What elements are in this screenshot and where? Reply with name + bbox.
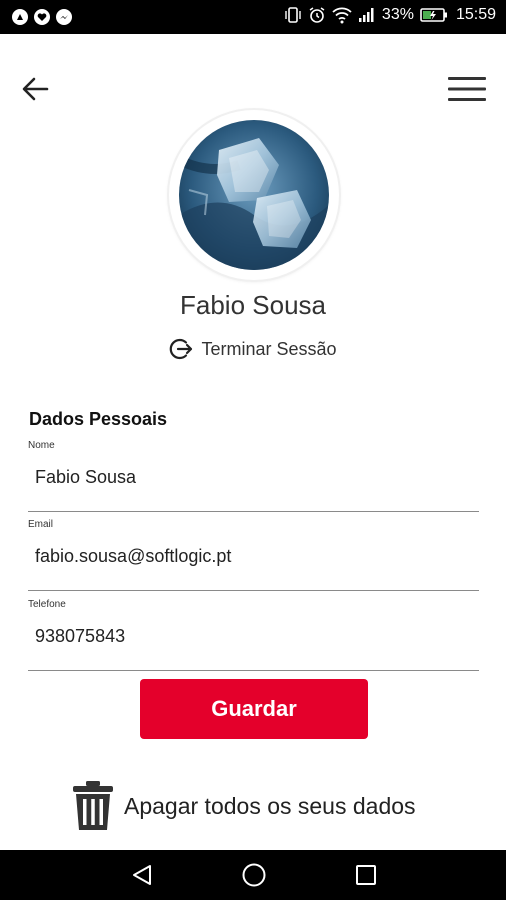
menu-button[interactable]: [446, 72, 488, 106]
logout-label: Terminar Sessão: [201, 338, 337, 359]
logout-icon: [170, 338, 193, 360]
back-button[interactable]: [18, 72, 52, 106]
wifi-icon: [332, 7, 352, 24]
avatar-frame[interactable]: [169, 110, 339, 280]
user-name: Fabio Sousa: [180, 290, 326, 320]
nav-home-icon: [242, 863, 266, 887]
nav-back-icon: [133, 865, 151, 885]
hamburger-menu-icon: [448, 77, 486, 101]
nav-recents-icon: [356, 865, 376, 885]
heart-notification-icon: [34, 9, 50, 25]
phone-input[interactable]: 938075843: [35, 626, 475, 647]
alarm-icon: [309, 7, 325, 23]
nav-back-button[interactable]: [128, 862, 156, 888]
battery-charging-icon: [420, 8, 447, 22]
email-label: Email: [28, 519, 54, 530]
messenger-notification-icon: [56, 9, 72, 25]
signal-icon: [358, 8, 374, 22]
delete-data-button[interactable]: Apagar todos os seus dados: [70, 780, 416, 832]
logout-button[interactable]: Terminar Sessão: [0, 337, 506, 361]
battery-percent: 33%: [381, 6, 414, 23]
arrow-left-icon: [22, 77, 49, 101]
delete-data-label: Apagar todos os seus dados: [124, 792, 416, 819]
navigation-bar: [0, 850, 506, 900]
save-button[interactable]: Guardar: [140, 679, 368, 739]
nav-home-button[interactable]: [240, 862, 268, 888]
vibrate-icon: [285, 7, 301, 23]
ice-cubes-photo: [179, 120, 329, 270]
nav-recents-button[interactable]: [352, 862, 380, 888]
email-field: Email fabio.sousa@softlogic.pt: [28, 519, 479, 591]
system-status: 33% 15:59: [284, 6, 496, 24]
avatar: [179, 120, 329, 270]
phone-label: Telefone: [28, 599, 66, 610]
email-input[interactable]: fabio.sousa@softlogic.pt: [35, 546, 475, 567]
trash-icon: [73, 781, 113, 830]
name-input[interactable]: Fabio Sousa: [35, 467, 475, 488]
name-field: Nome Fabio Sousa: [28, 440, 479, 512]
name-label: Nome: [28, 440, 55, 451]
phone-field: Telefone 938075843: [28, 599, 479, 671]
status-bar: 33% 15:59: [0, 0, 506, 34]
clock: 15:59: [455, 6, 496, 23]
android-notification-icon: [12, 9, 28, 25]
notification-icons: [12, 9, 72, 25]
section-title: Dados Pessoais: [29, 409, 168, 429]
